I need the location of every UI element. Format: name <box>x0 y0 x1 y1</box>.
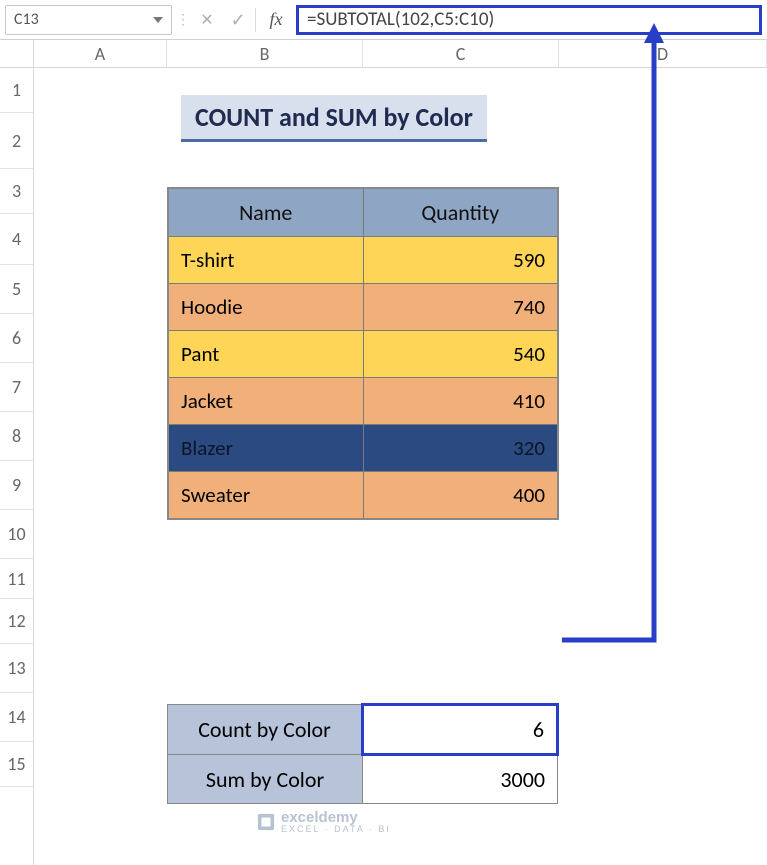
data-table: Name Quantity T-shirt 590 Hoodie 740 Pan… <box>167 187 559 520</box>
row-header-13[interactable]: 13 <box>0 644 33 693</box>
annotation-arrow-icon <box>554 23 714 673</box>
row-header-3[interactable]: 3 <box>0 169 33 214</box>
row-header-15[interactable]: 15 <box>0 742 33 787</box>
watermark: exceldemy EXCEL · DATA · BI <box>257 810 391 834</box>
row-headers: 1 2 3 4 5 6 7 8 9 10 11 12 13 14 15 <box>0 40 34 865</box>
col-header-D[interactable]: D <box>559 40 767 67</box>
header-name[interactable]: Name <box>168 188 363 237</box>
enter-icon[interactable] <box>224 5 252 35</box>
row-header-5[interactable]: 5 <box>0 265 33 314</box>
cell-name[interactable]: Pant <box>168 331 363 378</box>
name-box-value: C13 <box>14 10 39 29</box>
table-row: Sweater 400 <box>168 472 558 520</box>
formula-bar: C13 =SUBTOTAL(102,C5:C10) <box>0 0 767 40</box>
header-qty[interactable]: Quantity <box>363 188 558 237</box>
grid[interactable]: A B C D COUNT and SUM by Color Name Quan… <box>34 40 767 865</box>
watermark-tag: EXCEL · DATA · BI <box>281 825 391 834</box>
cancel-icon[interactable] <box>193 5 221 35</box>
divider <box>255 8 256 32</box>
cell-qty[interactable]: 320 <box>363 425 558 472</box>
col-header-C[interactable]: C <box>363 40 559 67</box>
name-box[interactable]: C13 <box>5 5 172 35</box>
select-all-corner[interactable] <box>0 40 33 68</box>
cell-name[interactable]: Sweater <box>168 472 363 520</box>
fx-icon[interactable] <box>262 5 290 35</box>
cell-qty[interactable]: 740 <box>363 284 558 331</box>
table-row: Hoodie 740 <box>168 284 558 331</box>
row-header-1[interactable]: 1 <box>0 68 33 113</box>
count-label[interactable]: Count by Color <box>168 705 363 755</box>
page-title: COUNT and SUM by Color <box>181 95 487 142</box>
row-header-12[interactable]: 12 <box>0 599 33 644</box>
row-header-9[interactable]: 9 <box>0 461 33 510</box>
count-value-cell[interactable]: 6 <box>363 705 558 755</box>
sum-label[interactable]: Sum by Color <box>168 755 363 804</box>
cell-qty[interactable]: 400 <box>363 472 558 520</box>
formula-text: =SUBTOTAL(102,C5:C10) <box>307 8 494 31</box>
table-row: Jacket 410 <box>168 378 558 425</box>
cell-qty[interactable]: 590 <box>363 237 558 284</box>
table-row: Blazer 320 <box>168 425 558 472</box>
row-header-2[interactable]: 2 <box>0 113 33 169</box>
row-header-8[interactable]: 8 <box>0 412 33 461</box>
sum-value-cell[interactable]: 3000 <box>363 755 558 804</box>
row-header-4[interactable]: 4 <box>0 214 33 265</box>
row-header-7[interactable]: 7 <box>0 363 33 412</box>
cell-name[interactable]: Blazer <box>168 425 363 472</box>
row-header-10[interactable]: 10 <box>0 510 33 559</box>
sheet-area: 1 2 3 4 5 6 7 8 9 10 11 12 13 14 15 A B … <box>0 40 767 865</box>
row-header-6[interactable]: 6 <box>0 314 33 363</box>
cell-qty[interactable]: 410 <box>363 378 558 425</box>
table-row: Pant 540 <box>168 331 558 378</box>
summary-table: Count by Color 6 Sum by Color 3000 <box>167 703 559 804</box>
cell-name[interactable]: Hoodie <box>168 284 363 331</box>
row-header-14[interactable]: 14 <box>0 693 33 742</box>
cell-name[interactable]: Jacket <box>168 378 363 425</box>
col-headers: A B C D <box>34 40 767 68</box>
divider-dots-icon <box>176 11 190 28</box>
col-header-A[interactable]: A <box>34 40 167 67</box>
watermark-brand: exceldemy <box>281 810 391 825</box>
formula-input[interactable]: =SUBTOTAL(102,C5:C10) <box>296 5 762 35</box>
watermark-logo-icon <box>257 813 275 831</box>
cell-qty[interactable]: 540 <box>363 331 558 378</box>
row-header-11[interactable]: 11 <box>0 559 33 599</box>
table-row: T-shirt 590 <box>168 237 558 284</box>
cell-name[interactable]: T-shirt <box>168 237 363 284</box>
col-header-B[interactable]: B <box>167 40 363 67</box>
